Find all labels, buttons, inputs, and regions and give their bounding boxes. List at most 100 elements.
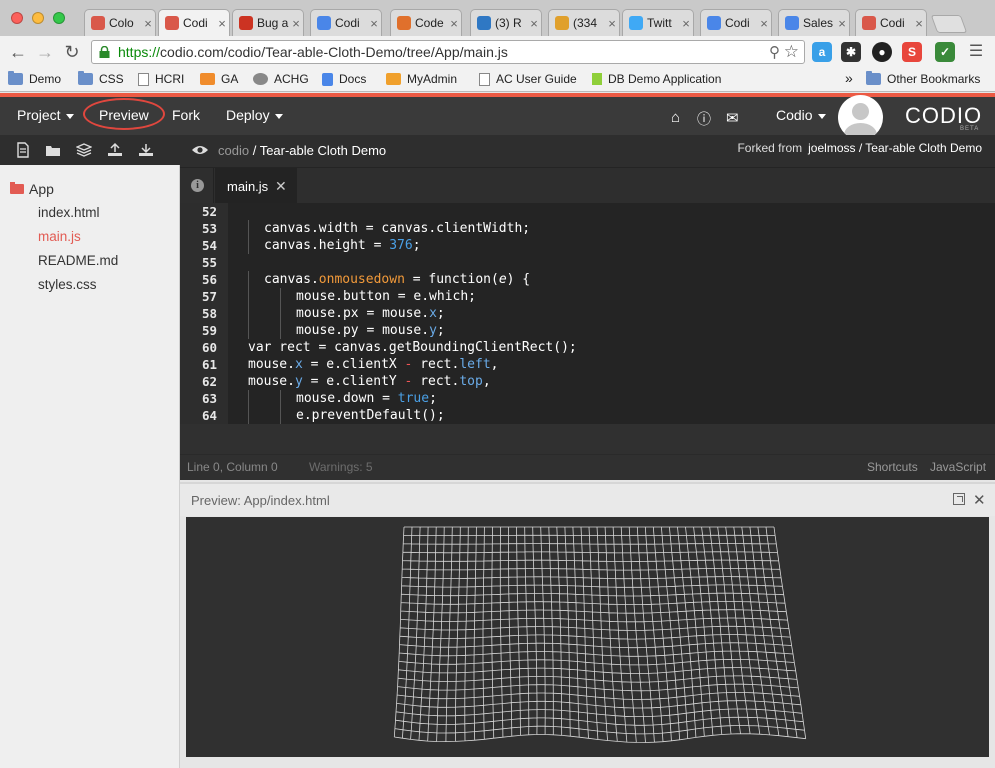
help-icon[interactable]: ⓘ	[697, 109, 711, 129]
close-preview-icon[interactable]: ✕	[973, 491, 986, 509]
layers-icon[interactable]	[76, 142, 92, 158]
editor-tab-main-js[interactable]: main.js ✕	[215, 168, 297, 204]
close-tab-icon[interactable]: ×	[679, 16, 693, 31]
user-menu[interactable]: Codio	[776, 107, 826, 123]
code-line[interactable]: mouse.px = mouse.x;	[228, 305, 995, 322]
bookmark-achg[interactable]: ACHG	[253, 72, 309, 86]
extension-s-icon[interactable]: S	[902, 42, 922, 62]
shortcuts-link[interactable]: Shortcuts	[867, 460, 918, 474]
new-folder-icon[interactable]	[45, 142, 61, 158]
close-window-button[interactable]	[11, 12, 23, 24]
bookmark-ac-user-guide[interactable]: AC User Guide	[479, 72, 577, 86]
tree-file-readme[interactable]: README.md	[38, 253, 118, 268]
browser-tab[interactable]: Codi ×	[158, 9, 230, 36]
preview-button[interactable]: Preview	[99, 107, 149, 123]
close-tab-icon[interactable]: ×	[527, 16, 541, 31]
bookmark-myadmin[interactable]: MyAdmin	[386, 72, 457, 86]
avatar[interactable]	[838, 95, 883, 140]
close-tab-icon[interactable]: ×	[912, 16, 926, 31]
code-line[interactable]: mouse.x = e.clientX - rect.left,	[228, 356, 995, 373]
minimize-window-button[interactable]	[32, 12, 44, 24]
tree-file-styles-css[interactable]: styles.css	[38, 277, 97, 292]
user-icon[interactable]	[967, 6, 987, 26]
tree-file-index-html[interactable]: index.html	[38, 205, 100, 220]
bookmark-css[interactable]: CSS	[78, 71, 124, 86]
tab-title: Codi	[335, 16, 360, 30]
code-line[interactable]: canvas.width = canvas.clientWidth;	[228, 220, 995, 237]
fork-button[interactable]: Fork	[172, 107, 200, 123]
zoom-icon[interactable]: ⚲	[769, 43, 780, 61]
sidebar-toolbar	[0, 135, 180, 165]
new-tab-button[interactable]	[930, 15, 968, 33]
code-line[interactable]: mouse.down = true;	[228, 390, 995, 407]
breadcrumb-owner[interactable]: codio	[218, 143, 249, 158]
file-info-button[interactable]: i	[180, 168, 214, 204]
code-line[interactable]	[228, 254, 995, 271]
close-tab-icon[interactable]: ×	[215, 16, 229, 31]
code-line[interactable]: mouse.py = mouse.y;	[228, 322, 995, 339]
code-line[interactable]: e.preventDefault();	[228, 407, 995, 424]
bookmark-ga[interactable]: GA	[200, 72, 238, 86]
reload-icon[interactable]: ↻	[62, 42, 82, 62]
bookmark-demo[interactable]: Demo	[8, 71, 61, 86]
tree-folder-app[interactable]: App	[10, 181, 54, 197]
close-tab-icon[interactable]: ×	[367, 16, 381, 31]
code-line[interactable]	[228, 203, 995, 220]
browser-tab[interactable]: Bug a ×	[232, 9, 304, 36]
eye-icon[interactable]	[191, 144, 209, 156]
browser-tab[interactable]: Colo ×	[84, 9, 156, 36]
download-icon[interactable]	[138, 142, 154, 158]
close-tab-icon[interactable]: ×	[605, 16, 619, 31]
project-menu[interactable]: Project	[17, 107, 74, 123]
forward-arrow-icon[interactable]: →	[35, 42, 55, 62]
close-tab-icon[interactable]: ×	[757, 16, 771, 31]
bookmark-hcri[interactable]: HCRI	[138, 72, 184, 86]
browser-tab[interactable]: Codi ×	[700, 9, 772, 36]
browser-tab[interactable]: Code ×	[390, 9, 462, 36]
new-file-icon[interactable]	[15, 142, 31, 158]
extension-icon[interactable]: a	[812, 42, 832, 62]
close-tab-icon[interactable]: ×	[835, 16, 849, 31]
other-bookmarks-folder[interactable]: Other Bookmarks	[866, 71, 980, 86]
eyedropper-icon[interactable]: ✓	[935, 42, 955, 62]
warnings-count[interactable]: Warnings: 5	[309, 460, 373, 474]
browser-tab[interactable]: Codi ×	[310, 9, 382, 36]
code-line[interactable]: mouse.y = e.clientY - rect.top,	[228, 373, 995, 390]
address-bar[interactable]: https://codio.com/codio/Tear-able-Cloth-…	[91, 40, 805, 64]
browser-tab[interactable]: (334 ×	[548, 9, 620, 36]
upload-icon[interactable]	[107, 142, 123, 158]
color-picker-icon[interactable]: ●	[872, 42, 892, 62]
code-line[interactable]: mouse.button = e.which;	[228, 288, 995, 305]
bookmark-star-icon[interactable]: ☆	[784, 42, 799, 62]
language-mode[interactable]: JavaScript	[930, 460, 986, 474]
bookmark-docs[interactable]: Docs	[322, 72, 366, 86]
browser-tab[interactable]: Codi ×	[855, 9, 927, 36]
bookmarks-overflow-button[interactable]: »	[845, 70, 853, 86]
breadcrumb-project[interactable]: Tear-able Cloth Demo	[260, 143, 386, 158]
zoom-window-button[interactable]	[53, 12, 65, 24]
bookmark-db-demo[interactable]: DB Demo Application	[592, 72, 721, 86]
code-line[interactable]: var rect = canvas.getBoundingClientRect(…	[228, 339, 995, 356]
code-editor[interactable]: 52 53 54 55 56 57 58 59 60 61 62 63 64 canvas.width …	[180, 203, 995, 454]
code-line[interactable]: canvas.onmousedown = function(e) {	[228, 271, 995, 288]
menu-icon[interactable]: ☰	[966, 42, 986, 62]
back-arrow-icon[interactable]: ←	[8, 42, 28, 62]
popout-icon[interactable]	[953, 493, 965, 505]
mail-icon[interactable]: ✉	[726, 109, 739, 127]
cloth-simulation[interactable]	[186, 517, 989, 757]
browser-tab[interactable]: Twitt ×	[622, 9, 694, 36]
home-icon[interactable]: ⌂	[671, 109, 680, 126]
tree-file-main-js[interactable]: main.js	[38, 229, 81, 244]
close-tab-icon[interactable]: ✕	[275, 178, 287, 195]
code-content[interactable]: canvas.width = canvas.clientWidth; canvas…	[228, 203, 995, 424]
forked-from-link[interactable]: joelmoss / Tear-able Cloth Demo	[808, 141, 982, 155]
browser-tab[interactable]: (3) R ×	[470, 9, 542, 36]
close-tab-icon[interactable]: ×	[289, 16, 303, 31]
close-tab-icon[interactable]: ×	[447, 16, 461, 31]
browser-tab[interactable]: Sales ×	[778, 9, 850, 36]
extension-puzzle-icon[interactable]: ✱	[841, 42, 861, 62]
code-line[interactable]: canvas.height = 376;	[228, 237, 995, 254]
close-tab-icon[interactable]: ×	[141, 16, 155, 31]
preview-canvas[interactable]	[186, 517, 989, 757]
deploy-menu[interactable]: Deploy	[226, 107, 283, 123]
